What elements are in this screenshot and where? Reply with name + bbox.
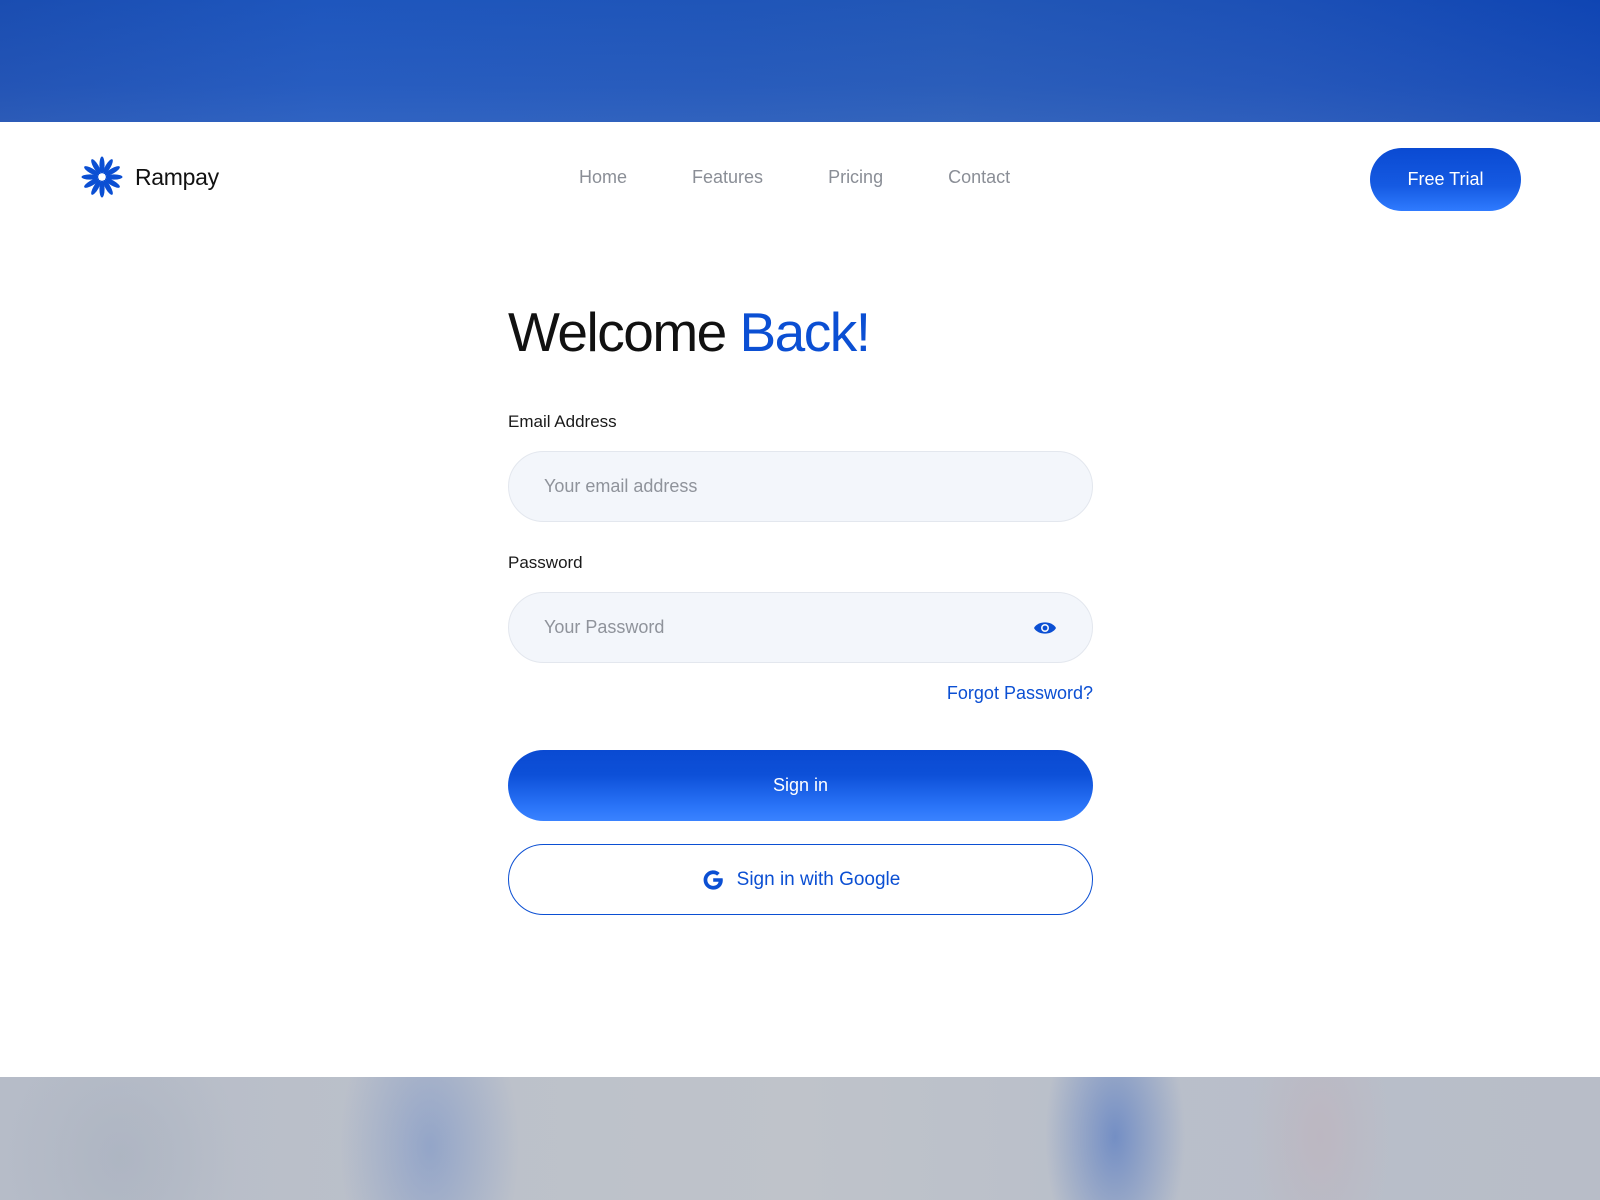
password-input[interactable] (508, 592, 1093, 663)
nav-item-contact[interactable]: Contact (948, 167, 1010, 188)
email-label: Email Address (508, 412, 617, 431)
nav-item-pricing[interactable]: Pricing (828, 167, 883, 188)
title-accent: Back! (739, 301, 872, 363)
nav-item-home[interactable]: Home (579, 167, 627, 188)
title-main: Welcome (508, 301, 727, 363)
sign-in-button[interactable]: Sign in (508, 750, 1093, 821)
login-form: Welcome Back! Email Address Password For… (508, 300, 1093, 915)
bottom-banner-image (0, 1077, 1600, 1200)
site-header: Rampay Home Features Pricing Contact Fre… (0, 122, 1600, 238)
brand[interactable]: Rampay (81, 156, 219, 198)
google-sign-in-button[interactable]: Sign in with Google (508, 844, 1093, 915)
nav-item-features[interactable]: Features (692, 167, 763, 188)
asterisk-flower-icon (81, 156, 123, 198)
eye-icon[interactable] (1033, 616, 1057, 640)
main-nav: Home Features Pricing Contact (579, 167, 1010, 188)
forgot-password-link[interactable]: Forgot Password? (947, 683, 1093, 704)
page-title: Welcome Back! (508, 300, 1093, 364)
free-trial-button[interactable]: Free Trial (1370, 148, 1521, 211)
brand-name: Rampay (135, 163, 219, 190)
google-g-icon (703, 869, 723, 890)
email-input[interactable] (508, 451, 1093, 522)
top-banner-image (0, 0, 1600, 122)
password-field (508, 592, 1093, 663)
google-sign-in-label: Sign in with Google (736, 868, 901, 890)
password-label: Password (508, 553, 583, 572)
